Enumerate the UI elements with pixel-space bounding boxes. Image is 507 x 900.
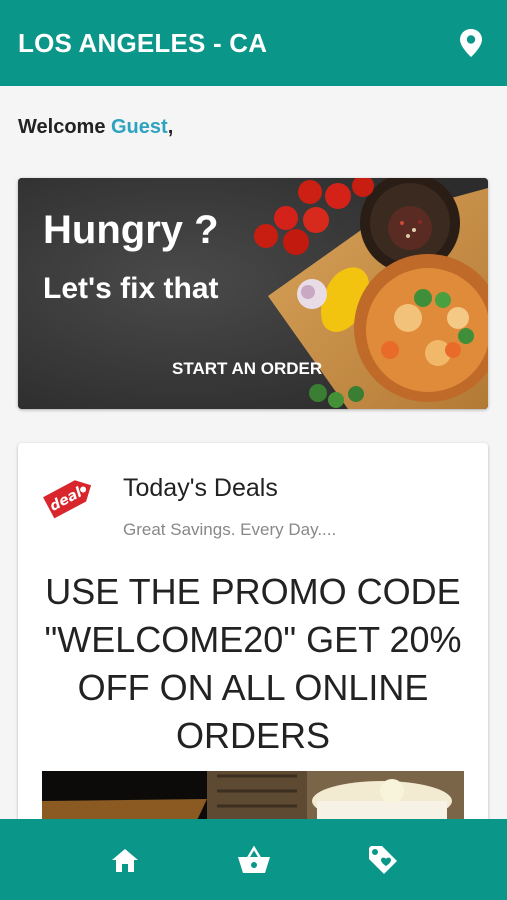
- deal-tag-icon: deal: [43, 480, 92, 519]
- welcome-prefix: Welcome: [18, 116, 111, 138]
- welcome-message: Welcome Guest,: [18, 116, 173, 139]
- app-header: LOS ANGELES - CA: [0, 0, 507, 86]
- start-order-button[interactable]: START AN ORDER: [172, 359, 322, 379]
- deals-card[interactable]: deal Today's Deals Great Savings. Every …: [18, 443, 488, 863]
- deals-subtitle: Great Savings. Every Day....: [123, 520, 337, 539]
- map-pin-icon[interactable]: [457, 26, 485, 60]
- tag-icon[interactable]: [361, 838, 405, 882]
- promo-text: USE THE PROMO CODE "WELCOME20" GET 20% O…: [44, 571, 462, 756]
- basket-icon[interactable]: [232, 838, 276, 882]
- location-title[interactable]: LOS ANGELES - CA: [18, 28, 267, 59]
- hero-headline: Hungry ?: [43, 208, 219, 252]
- bottom-navigation: [0, 819, 507, 900]
- guest-name[interactable]: Guest: [111, 116, 168, 138]
- hero-banner[interactable]: Hungry ? Let's fix that START AN ORDER: [18, 178, 488, 409]
- welcome-suffix: ,: [167, 116, 174, 138]
- home-icon[interactable]: [103, 838, 147, 882]
- deals-title: Today's Deals: [123, 474, 278, 502]
- hero-subheadline: Let's fix that: [43, 272, 219, 305]
